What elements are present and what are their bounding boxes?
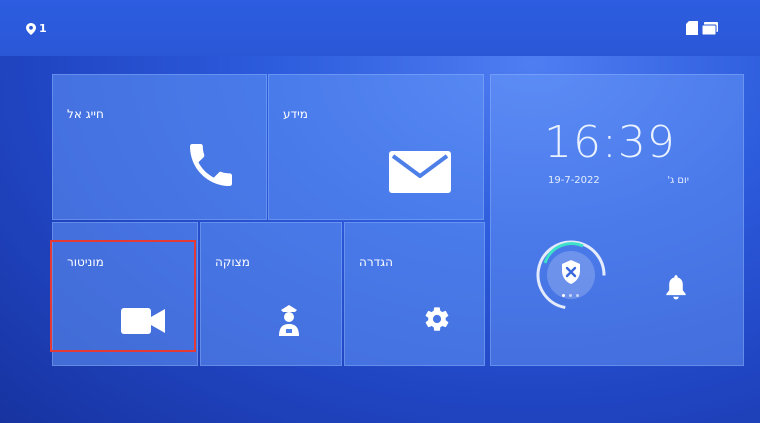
clock-panel: 16:39 19-7-2022 יום ג' (490, 74, 744, 366)
storage-icon (702, 21, 718, 35)
status-icons (686, 21, 718, 35)
status-bar: 1 (0, 0, 760, 56)
clock-day: יום ג' (667, 175, 689, 186)
location-count: 1 (39, 22, 47, 35)
intercom-screen: 1 חייג אל מידע מוניטור מצוקה הגדרה 16:39… (0, 0, 760, 423)
location-pin-icon (26, 22, 36, 35)
settings-tile[interactable]: הגדרה (344, 222, 485, 366)
call-tile[interactable]: חייג אל (52, 74, 267, 220)
clock-date: 19-7-2022 (548, 175, 600, 186)
settings-label: הגדרה (359, 255, 393, 269)
clock-time: 16:39 (544, 117, 676, 168)
message-tile[interactable]: מידע (268, 74, 484, 220)
bell-icon[interactable] (663, 273, 689, 301)
location-indicator: 1 (26, 22, 47, 35)
phone-icon (190, 144, 232, 186)
sd-card-icon (686, 21, 698, 35)
gear-icon (425, 307, 449, 331)
guard-icon (279, 305, 299, 336)
security-button[interactable] (531, 235, 611, 315)
shield-disarmed-icon (562, 260, 580, 284)
page-dots (562, 294, 579, 297)
monitor-highlight (50, 240, 196, 352)
guard-label: מצוקה (215, 255, 250, 269)
envelope-icon (389, 151, 451, 193)
guard-tile[interactable]: מצוקה (200, 222, 342, 366)
call-label: חייג אל (67, 107, 104, 121)
message-label: מידע (283, 107, 308, 121)
